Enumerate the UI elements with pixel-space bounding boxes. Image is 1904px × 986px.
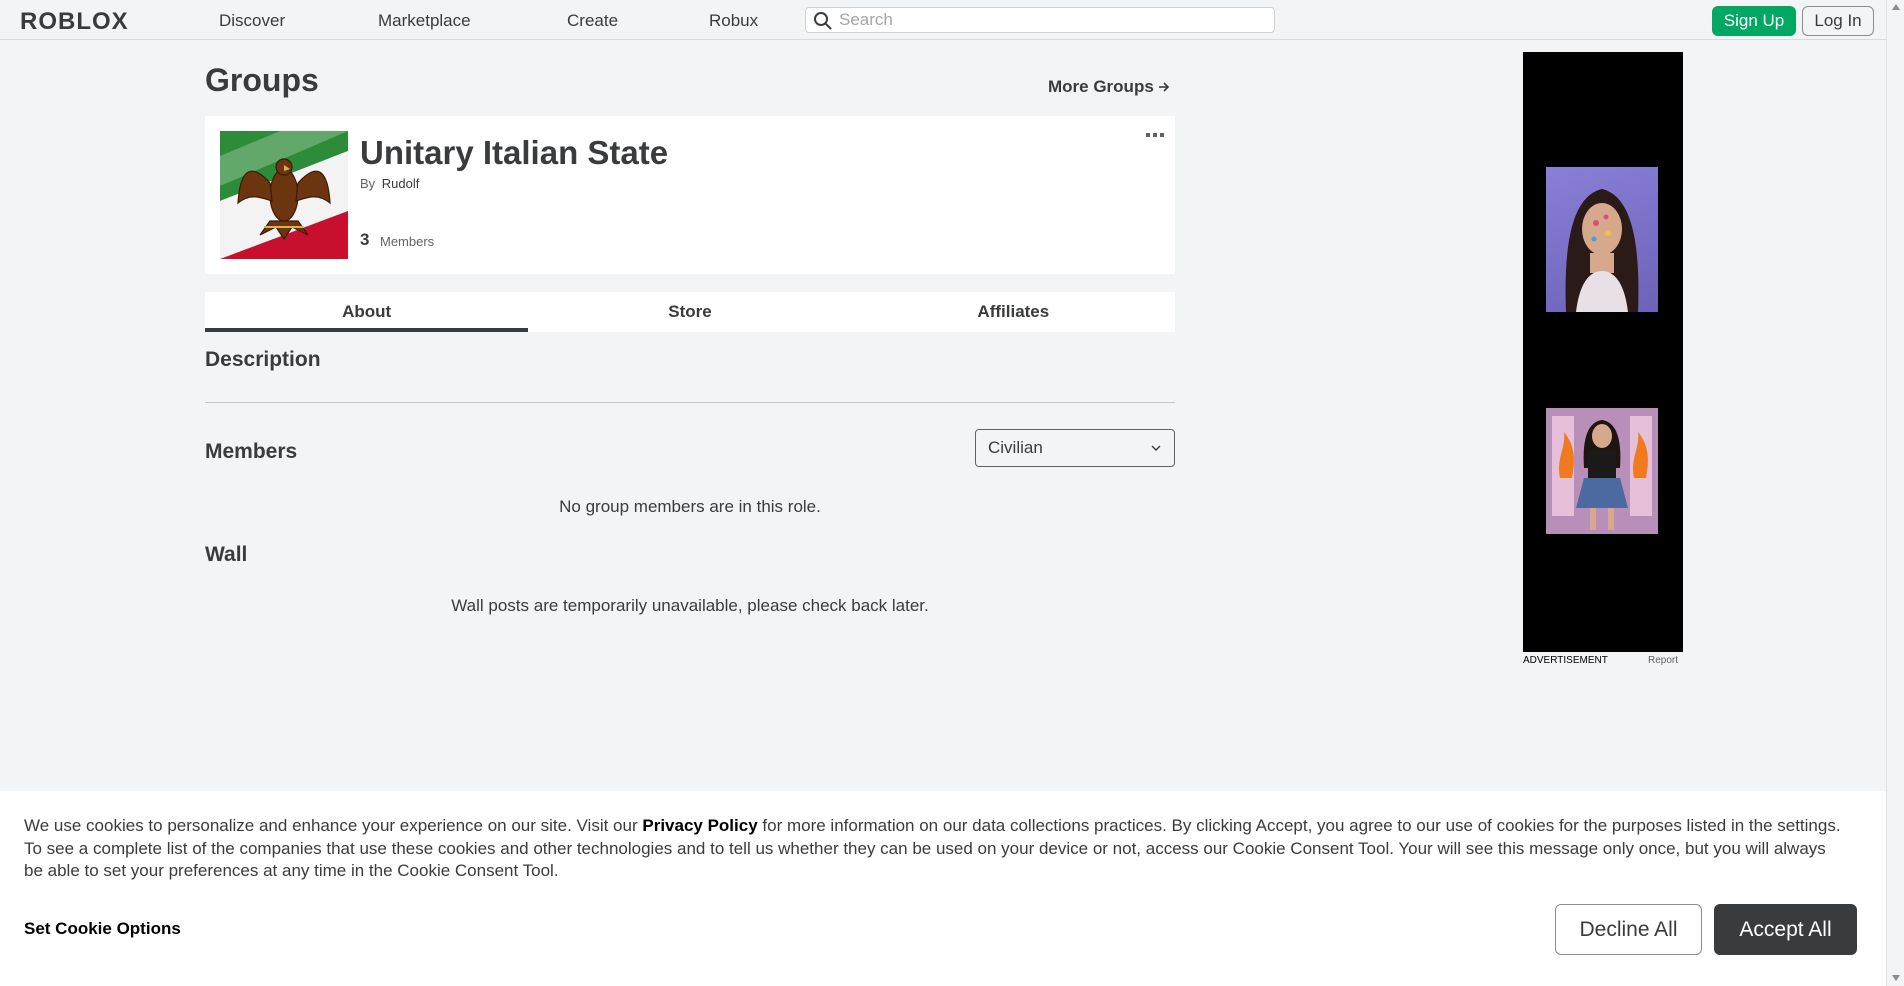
group-header-card: Unitary Italian State By Rudolf 3 Member… (205, 116, 1175, 274)
eagle-emblem-icon (220, 131, 348, 259)
set-cookie-options-link[interactable]: Set Cookie Options (24, 919, 181, 939)
member-count-label: Members (380, 234, 435, 249)
accept-all-button[interactable]: Accept All (1714, 904, 1857, 955)
description-heading: Description (205, 348, 321, 371)
more-options-icon[interactable] (1145, 130, 1165, 140)
role-dropdown-value: Civilian (988, 438, 1043, 457)
search-box[interactable] (805, 7, 1275, 33)
more-groups-label: More Groups (1048, 77, 1154, 96)
decline-all-button[interactable]: Decline All (1555, 904, 1702, 955)
roblox-logo[interactable]: ROBLOX (20, 8, 129, 36)
tab-store[interactable]: Store (528, 292, 851, 332)
nav-marketplace[interactable]: Marketplace (378, 11, 471, 31)
group-tabs: About Store Affiliates (205, 292, 1175, 332)
nav-robux[interactable]: Robux (709, 11, 758, 31)
cookie-consent-banner: We use cookies to personalize and enhanc… (0, 791, 1886, 986)
group-emblem[interactable] (220, 131, 348, 259)
signup-button[interactable]: Sign Up (1712, 6, 1796, 36)
top-navigation: ROBLOX Discover Marketplace Create Robux… (0, 0, 1904, 40)
group-owner-line: By Rudolf (360, 176, 419, 191)
role-dropdown[interactable]: Civilian (975, 429, 1175, 467)
advertisement-banner[interactable] (1523, 52, 1683, 652)
search-icon (814, 12, 832, 30)
wall-unavailable-message: Wall posts are temporarily unavailable, … (451, 596, 929, 615)
cookie-message: We use cookies to personalize and enhanc… (24, 815, 1844, 883)
nav-discover[interactable]: Discover (219, 11, 285, 31)
tab-about[interactable]: About (205, 292, 529, 332)
nav-create[interactable]: Create (567, 11, 618, 31)
members-heading: Members (205, 440, 298, 463)
advertisement-label: ADVERTISEMENT (1523, 655, 1608, 666)
more-groups-link[interactable]: More Groups (1048, 77, 1170, 97)
login-button[interactable]: Log In (1802, 6, 1874, 36)
owner-link[interactable]: Rudolf (382, 176, 420, 191)
ad-report-link[interactable]: Report (1648, 655, 1678, 666)
privacy-policy-link[interactable]: Privacy Policy (642, 816, 757, 835)
member-count: 3 (360, 230, 370, 249)
ad-image-portrait (1546, 167, 1658, 312)
page-title: Groups (205, 62, 319, 98)
tab-affiliates[interactable]: Affiliates (852, 292, 1175, 332)
search-input[interactable] (839, 9, 1264, 31)
scroll-up-arrow-icon[interactable] (1891, 3, 1901, 11)
page-scrollbar[interactable] (1886, 0, 1904, 986)
ad-image-character (1546, 408, 1658, 534)
no-members-message: No group members are in this role. (559, 497, 821, 516)
chevron-down-icon (1151, 445, 1161, 451)
arrow-right-icon (1158, 82, 1169, 92)
group-name: Unitary Italian State (360, 134, 669, 171)
cookie-text-intro: We use cookies to personalize and enhanc… (24, 816, 643, 835)
scroll-down-arrow-icon[interactable] (1891, 974, 1901, 982)
by-label: By (360, 176, 376, 191)
section-divider (205, 402, 1175, 403)
wall-heading: Wall (205, 543, 248, 566)
